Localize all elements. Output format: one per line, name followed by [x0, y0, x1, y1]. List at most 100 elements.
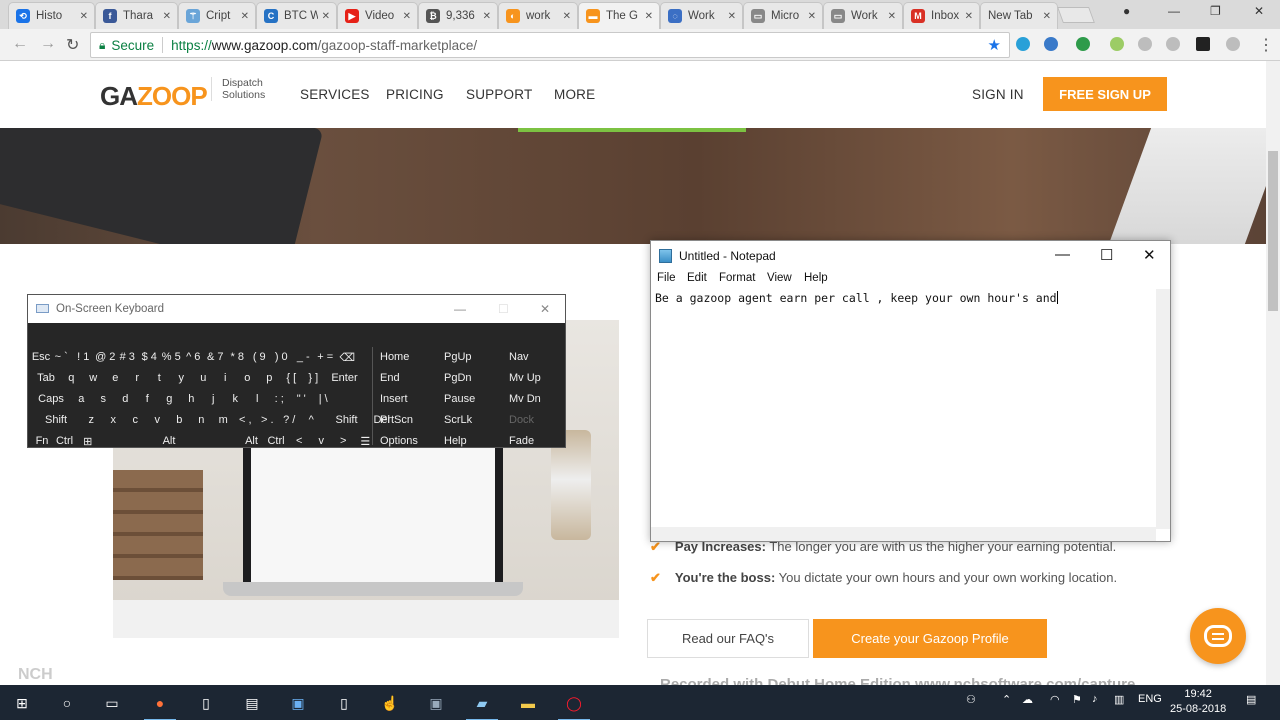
onedrive-icon[interactable]: ☁ [1022, 693, 1033, 706]
osk-key[interactable]: $ 4 [139, 347, 161, 367]
browser-tab[interactable]: f Thara ✕ [95, 2, 178, 29]
osk-key[interactable]: k [225, 389, 247, 409]
free-sign-up-button[interactable]: FREE SIGN UP [1043, 77, 1167, 111]
osk-key[interactable]: f [137, 389, 159, 409]
menu-help[interactable]: Help [804, 272, 828, 284]
osk-key[interactable]: @ 2 [95, 347, 117, 367]
tab-close-icon[interactable]: ✕ [163, 11, 171, 22]
extension-icon-8[interactable] [1226, 37, 1240, 51]
back-button[interactable]: ← [12, 35, 28, 53]
osk-key[interactable]: Shift [32, 410, 80, 430]
menu-file[interactable]: File [657, 272, 676, 284]
osk-close-button[interactable]: ✕ [540, 302, 550, 316]
osk-key[interactable]: " ' [291, 389, 313, 409]
osk-key[interactable]: > [333, 431, 355, 451]
task-view-icon[interactable]: ▭ [100, 691, 124, 715]
browser-tab[interactable]: M Inbox ✕ [903, 2, 980, 29]
osk-key[interactable]: p [259, 368, 281, 388]
computer-icon[interactable]: ▣ [286, 691, 310, 715]
osk-key[interactable]: < , [235, 410, 257, 430]
file-explorer-icon[interactable]: ▬ [516, 691, 540, 715]
input-language[interactable]: ENG [1138, 693, 1162, 705]
osk-key[interactable]: z [81, 410, 103, 430]
osk-nav-key[interactable]: Nav [503, 347, 565, 367]
osk-key[interactable]: e [105, 368, 127, 388]
osk-key[interactable]: ⌫ [337, 347, 359, 367]
nav-more[interactable]: MORE [554, 87, 595, 102]
extension-icon-6[interactable] [1166, 37, 1180, 51]
tab-close-icon[interactable]: ✕ [728, 11, 736, 22]
osk-key[interactable]: ⊞ [77, 431, 99, 451]
tray-overflow-icon[interactable]: ⌃ [1002, 693, 1011, 706]
document-icon[interactable]: ▯ [194, 691, 218, 715]
reload-button[interactable]: ↻ [66, 35, 79, 55]
osk-key[interactable]: w [83, 368, 105, 388]
notepad-maximize-button[interactable]: ☐ [1100, 246, 1113, 264]
osk-key[interactable]: Tab [32, 368, 60, 388]
extension-icon-5[interactable] [1138, 37, 1152, 51]
osk-key[interactable]: u [193, 368, 215, 388]
osk-key[interactable]: m [213, 410, 235, 430]
save-disk-icon[interactable]: ▣ [424, 691, 448, 715]
start-windows-icon[interactable]: ⊞ [10, 691, 34, 715]
osk-key[interactable]: Ctrl [53, 431, 77, 451]
osk-key[interactable]: ~ ` [51, 347, 73, 367]
browser-tab[interactable]: ▶ Video ✕ [337, 2, 418, 29]
wifi-icon[interactable]: ◠ [1050, 693, 1060, 706]
menu-format[interactable]: Format [719, 272, 755, 284]
page-scrollbar-thumb[interactable] [1268, 151, 1278, 311]
volume-icon[interactable]: ♪ [1092, 693, 1098, 705]
osk-key[interactable]: ? / [279, 410, 301, 430]
osk-nav-key[interactable]: Dock [503, 410, 565, 430]
osk-key[interactable]: Enter [325, 368, 365, 388]
osk-key[interactable]: > . [257, 410, 279, 430]
osk-key[interactable]: % 5 [161, 347, 183, 367]
file-icon[interactable]: ▯ [332, 691, 356, 715]
gazoop-logo[interactable]: GAZOOP [100, 81, 208, 112]
sign-in-link[interactable]: SIGN IN [972, 87, 1024, 102]
osk-key[interactable]: i [215, 368, 237, 388]
osk-key[interactable]: < [289, 431, 311, 451]
osk-key[interactable]: { [ [281, 368, 303, 388]
osk-key[interactable]: + = [315, 347, 337, 367]
osk-key[interactable]: y [171, 368, 193, 388]
osk-key[interactable]: Alt [99, 431, 239, 451]
osk-key[interactable]: d [115, 389, 137, 409]
osk-nav-key[interactable]: End [374, 368, 436, 388]
osk-key[interactable]: h [181, 389, 203, 409]
osk-nav-key[interactable]: Mv Dn [503, 389, 565, 409]
osk-nav-key[interactable]: Help [438, 431, 500, 451]
osk-key[interactable]: l [247, 389, 269, 409]
tab-close-icon[interactable]: ✕ [563, 11, 571, 22]
osk-key[interactable]: x [103, 410, 125, 430]
menu-edit[interactable]: Edit [687, 272, 707, 284]
osk-nav-key[interactable]: Insert [374, 389, 436, 409]
browser-tab[interactable]: ▬ The G ✕ [578, 2, 660, 29]
osk-key[interactable]: Caps [32, 389, 70, 409]
notepad-close-button[interactable]: ✕ [1143, 246, 1156, 264]
osk-nav-key[interactable]: PrtScn [374, 410, 436, 430]
osk-key[interactable]: Shift [323, 410, 371, 430]
osk-key[interactable]: * 8 [227, 347, 249, 367]
tab-close-icon[interactable]: ✕ [483, 11, 491, 22]
browser-tab[interactable]: ⚚ Cript ✕ [178, 2, 256, 29]
tab-close-icon[interactable]: ✕ [965, 11, 973, 22]
osk-key[interactable]: q [61, 368, 83, 388]
osk-nav-key[interactable]: ScrLk [438, 410, 500, 430]
notepad-minimize-button[interactable]: — [1055, 246, 1070, 263]
notepad-text-area[interactable]: Be a gazoop agent earn per call , keep y… [655, 291, 1058, 305]
bookmark-star-icon[interactable]: ★ [988, 36, 1001, 54]
osk-key[interactable]: ( 9 [249, 347, 271, 367]
close-window-button[interactable]: ✕ [1254, 4, 1264, 18]
forward-button[interactable]: → [40, 35, 56, 53]
osk-key[interactable]: ^ 6 [183, 347, 205, 367]
flag-icon[interactable]: ⚑ [1072, 693, 1082, 706]
osk-nav-key[interactable]: Mv Up [503, 368, 565, 388]
profile-icon[interactable]: ● [1123, 4, 1130, 18]
osk-nav-key[interactable]: PgUp [438, 347, 500, 367]
osk-key[interactable]: Fn [32, 431, 52, 451]
network-icon[interactable]: ▥ [1114, 693, 1124, 706]
osk-key[interactable]: v [147, 410, 169, 430]
page-scrollbar[interactable] [1266, 61, 1280, 685]
osk-key[interactable]: g [159, 389, 181, 409]
